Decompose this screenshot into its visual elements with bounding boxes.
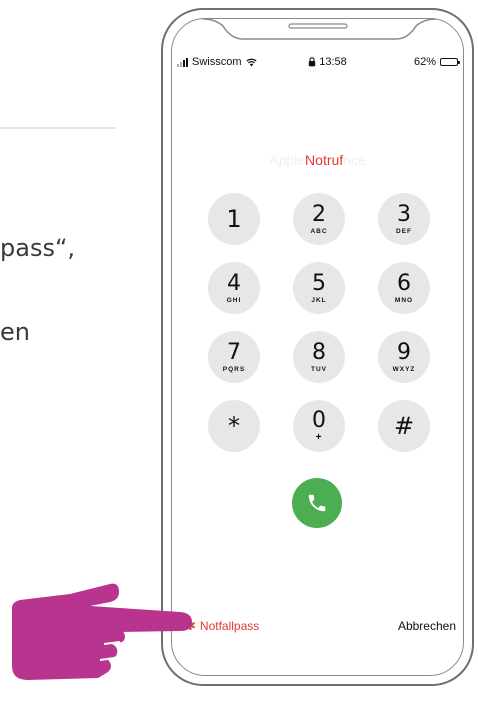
- background-divider: [0, 127, 116, 129]
- call-button[interactable]: [292, 478, 342, 528]
- carrier-name: Swisscom: [192, 56, 242, 68]
- background-text-fragment-2: en: [0, 318, 30, 346]
- wifi-icon: [245, 58, 257, 66]
- pointing-hand-icon: [12, 583, 192, 680]
- key-1[interactable]: 1: [208, 193, 260, 245]
- key-hash[interactable]: #: [378, 400, 430, 452]
- emergency-pass-label: Notfallpass: [199, 619, 260, 633]
- clock: 13:58: [319, 56, 347, 68]
- key-0[interactable]: 0 +: [293, 400, 345, 452]
- phone-icon: [308, 494, 326, 512]
- emergency-call-title: Notruf: [305, 152, 344, 168]
- battery-icon: [440, 58, 460, 66]
- background-text-fragment-1: pass“,: [0, 234, 76, 262]
- header-ghost-right: nce: [343, 152, 366, 168]
- header-ghost-left: Apple: [269, 152, 306, 168]
- keypad: 1 2 ABC 3 DEF 4 GHI 5 JKL 6 MNO 7 PQRS 8 TUV 9W…: [208, 193, 430, 452]
- signal-icon: [177, 57, 188, 67]
- key-7[interactable]: 7 PQRS: [208, 331, 260, 383]
- dialer-footer: ✱ Notfallpass Abbrechen: [185, 616, 456, 636]
- lock-icon: [309, 57, 316, 67]
- key-5[interactable]: 5 JKL: [293, 262, 345, 314]
- key-4[interactable]: 4 GHI: [208, 262, 260, 314]
- key-6[interactable]: 6 MNO: [378, 262, 430, 314]
- key-star[interactable]: *: [208, 400, 260, 452]
- phone-frame: Swisscom 13:58 62% Apple Notruf nce 1 2A…: [161, 8, 474, 686]
- dialer-header: Apple Notruf nce: [163, 150, 472, 170]
- key-9[interactable]: 9 WXYZ: [378, 331, 430, 383]
- cancel-button[interactable]: Abbrechen: [398, 619, 456, 633]
- battery-percent: 62%: [413, 56, 436, 68]
- notch: [202, 18, 437, 40]
- key-3[interactable]: 3 DEF: [378, 193, 430, 245]
- key-8[interactable]: 8 TUV: [293, 331, 345, 383]
- key-2[interactable]: 2 ABC: [293, 193, 345, 245]
- status-bar: Swisscom 13:58 62%: [177, 54, 460, 70]
